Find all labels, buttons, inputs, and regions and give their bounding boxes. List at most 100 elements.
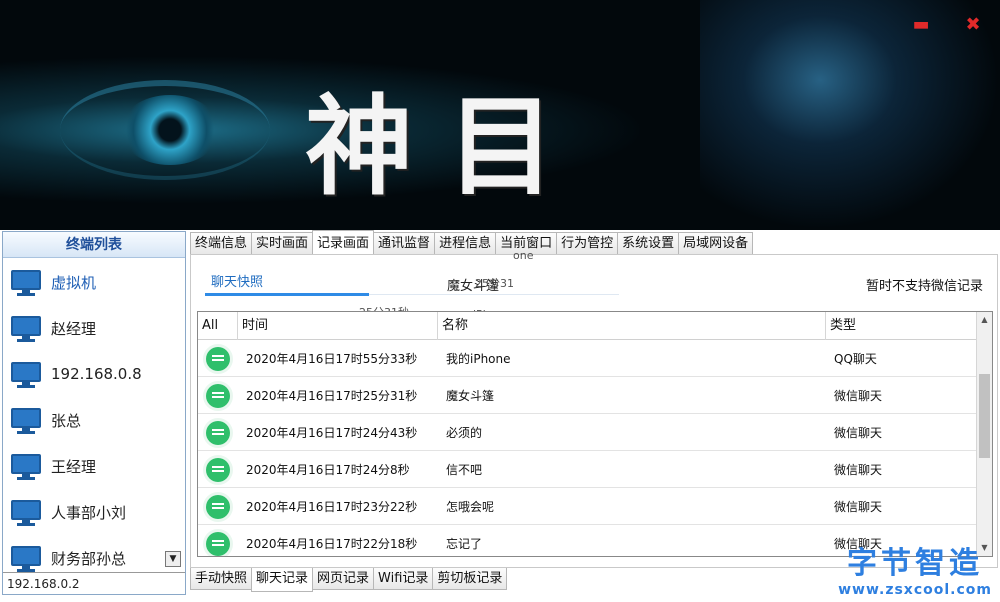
column-header-type[interactable]: 类型 bbox=[826, 312, 978, 340]
cell-time: 2020年4月16日17时25分31秒 bbox=[246, 389, 418, 403]
cell-name: 信不吧 bbox=[446, 463, 483, 477]
computer-icon bbox=[9, 267, 45, 297]
cell-time: 2020年4月16日17时24分8秒 bbox=[246, 463, 410, 477]
terminal-item[interactable]: 财务部孙总 bbox=[3, 535, 185, 573]
computer-icon bbox=[9, 359, 45, 389]
scrollbar-thumb[interactable] bbox=[979, 374, 990, 458]
computer-icon bbox=[9, 451, 45, 481]
cell-name: 魔女斗篷 bbox=[446, 389, 495, 403]
terminal-item[interactable]: 张总 bbox=[3, 397, 185, 443]
cell-type: QQ聊天 bbox=[834, 352, 877, 366]
chat-icon bbox=[206, 458, 230, 482]
table-row[interactable]: 2020年4月16日17时24分43秒 必须的 微信聊天 bbox=[198, 415, 978, 451]
tab-live-view[interactable]: 实时画面 bbox=[251, 232, 314, 254]
eye-iris-graphic bbox=[120, 95, 220, 165]
tab-lan-devices[interactable]: 局域网设备 bbox=[678, 232, 754, 254]
table-scrollbar[interactable]: ▲ ▼ bbox=[976, 312, 992, 556]
main-tab-bar: 终端信息 实时画面 记录画面 通讯监督 进程信息 当前窗口 行为管控 系统设置 … bbox=[190, 230, 754, 254]
chat-icon bbox=[206, 421, 230, 445]
table-header: All 时间 名称 类型 bbox=[198, 312, 978, 340]
tab-web-records[interactable]: 网页记录 bbox=[312, 568, 375, 590]
cell-type: 微信聊天 bbox=[834, 463, 883, 477]
tab-communication[interactable]: 通讯监督 bbox=[373, 232, 436, 254]
terminal-item[interactable]: 赵经理 bbox=[3, 305, 185, 351]
cell-name: 忘记了 bbox=[446, 537, 483, 551]
terminal-item[interactable]: 人事部小刘 bbox=[3, 489, 185, 535]
cell-icon bbox=[198, 378, 238, 414]
terminal-item[interactable]: 192.168.0.8 bbox=[3, 351, 185, 397]
chat-icon bbox=[206, 532, 230, 556]
cell-type: 微信聊天 bbox=[834, 426, 883, 440]
cell-icon bbox=[198, 341, 238, 377]
cell-icon bbox=[198, 489, 238, 525]
chevron-down-icon[interactable]: ▼ bbox=[165, 551, 181, 567]
column-header-time[interactable]: 时间 bbox=[238, 312, 438, 340]
cell-icon bbox=[198, 415, 238, 451]
cell-type: 微信聊天 bbox=[834, 500, 883, 514]
minimize-icon[interactable]: ▬ bbox=[912, 16, 930, 34]
terminal-list: 虚拟机 赵经理 192.168.0.8 张总 王经理 人事部小刘 财务部孙总 bbox=[3, 259, 185, 573]
table-row[interactable]: 2020年4月16日17时23分22秒 怎哦会呢 微信聊天 bbox=[198, 489, 978, 525]
chat-icon bbox=[206, 347, 230, 371]
cell-time: 2020年4月16日17时23分22秒 bbox=[246, 500, 418, 514]
app-title: 神目 bbox=[305, 84, 590, 210]
chat-icon bbox=[206, 495, 230, 519]
tab-chat-records[interactable]: 聊天记录 bbox=[251, 568, 314, 592]
cell-name: 必须的 bbox=[446, 426, 483, 440]
app-window: 神目 ▬ ✖ 终端列表 虚拟机 赵经理 192.168.0.8 张总 王经理 人… bbox=[0, 0, 1000, 602]
sub-tab-chat-snapshot[interactable]: 聊天快照 bbox=[211, 271, 263, 290]
table-row[interactable]: 2020年4月16日17时55分33秒 我的iPhone QQ聊天 bbox=[198, 341, 978, 377]
table-row[interactable]: 2020年4月16日17时24分8秒 信不吧 微信聊天 bbox=[198, 452, 978, 488]
watermark-url: www.zsxcool.com bbox=[838, 582, 992, 598]
column-header-all[interactable]: All bbox=[198, 312, 238, 340]
computer-icon bbox=[9, 497, 45, 527]
terminal-item-label: 张总 bbox=[51, 411, 82, 430]
terminal-item-label: 王经理 bbox=[51, 457, 97, 476]
terminal-item-label: 财务部孙总 bbox=[51, 549, 127, 568]
main-content: 聊天快照 魔女斗篷 暂时不支持微信记录 25分31 25分31秒 iPhone … bbox=[190, 249, 998, 568]
overlay-text: one bbox=[513, 249, 534, 262]
cell-name: 怎哦会呢 bbox=[446, 500, 495, 514]
cell-time: 2020年4月16日17时22分18秒 bbox=[246, 537, 418, 551]
tab-system-settings[interactable]: 系统设置 bbox=[617, 232, 680, 254]
wechat-notice: 暂时不支持微信记录 bbox=[865, 279, 983, 294]
cell-icon bbox=[198, 526, 238, 556]
scroll-up-icon[interactable]: ▲ bbox=[977, 312, 992, 328]
active-sub-tab-indicator bbox=[205, 293, 369, 296]
terminal-item[interactable]: 虚拟机 bbox=[3, 259, 185, 305]
tab-wifi-records[interactable]: Wifi记录 bbox=[373, 568, 434, 590]
computer-icon bbox=[9, 405, 45, 435]
header-banner: 神目 ▬ ✖ bbox=[0, 0, 1000, 230]
tab-behavior-control[interactable]: 行为管控 bbox=[556, 232, 619, 254]
sub-tab-divider bbox=[369, 294, 619, 295]
chat-record-table: All 时间 名称 类型 2020年4月16日17时55分33秒 我的iPhon… bbox=[197, 311, 993, 557]
computer-icon bbox=[9, 543, 45, 573]
column-header-name[interactable]: 名称 bbox=[438, 312, 826, 340]
network-graphic bbox=[700, 0, 1000, 230]
tab-manual-snapshot[interactable]: 手动快照 bbox=[190, 568, 253, 590]
tab-terminal-info[interactable]: 终端信息 bbox=[190, 232, 253, 254]
cell-name: 我的iPhone bbox=[446, 352, 511, 366]
terminal-item-label: 虚拟机 bbox=[51, 273, 97, 292]
cell-icon bbox=[198, 452, 238, 488]
close-icon[interactable]: ✖ bbox=[964, 16, 982, 34]
tab-process-info[interactable]: 进程信息 bbox=[434, 232, 497, 254]
overlay-text: 25分31 bbox=[475, 277, 514, 290]
terminal-item-label: 赵经理 bbox=[51, 319, 97, 338]
record-type-tab-bar: 手动快照 聊天记录 网页记录 Wifi记录 剪切板记录 bbox=[190, 568, 508, 592]
tab-recorded-view[interactable]: 记录画面 bbox=[312, 230, 375, 254]
terminal-list-header: 终端列表 bbox=[3, 232, 185, 258]
table-row[interactable]: 2020年4月16日17时25分31秒 魔女斗篷 微信聊天 bbox=[198, 378, 978, 414]
terminal-item-label: 192.168.0.8 bbox=[51, 365, 142, 383]
terminal-item-label: 人事部小刘 bbox=[51, 503, 127, 522]
cell-time: 2020年4月16日17时24分43秒 bbox=[246, 426, 418, 440]
watermark-text: 字节智造 bbox=[847, 546, 984, 581]
watermark: 字节智造 www.zsxcool.com bbox=[838, 538, 992, 598]
cell-type: 微信聊天 bbox=[834, 389, 883, 403]
computer-icon bbox=[9, 313, 45, 343]
chat-icon bbox=[206, 384, 230, 408]
cell-time: 2020年4月16日17时55分33秒 bbox=[246, 352, 418, 366]
tab-clipboard-records[interactable]: 剪切板记录 bbox=[432, 568, 508, 590]
terminal-item[interactable]: 王经理 bbox=[3, 443, 185, 489]
current-ip-field: 192.168.0.2 bbox=[3, 572, 185, 594]
